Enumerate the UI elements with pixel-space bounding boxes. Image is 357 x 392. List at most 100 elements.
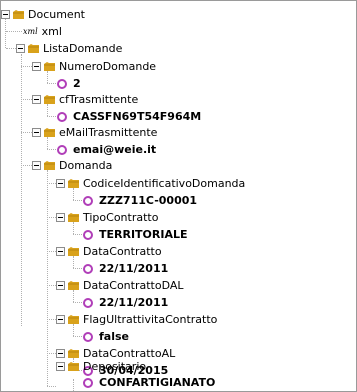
tree-node-flag-ultrattivita[interactable]: FlagUltrattivitaContratto (56, 311, 217, 328)
tree-node-tipo-contratto[interactable]: TipoContratto (56, 209, 158, 226)
text-node-icon (83, 331, 93, 342)
node-value: 22/11/2011 (99, 296, 169, 309)
tree-node-cf-trasmittente[interactable]: cfTrasmittente (32, 91, 138, 108)
tree-connector (73, 336, 82, 337)
tree-connector (47, 251, 56, 252)
collapse-icon[interactable] (32, 128, 41, 137)
tree-node-depositario[interactable]: Depositario (56, 358, 146, 375)
tree-connector (73, 379, 74, 391)
text-node-icon (83, 377, 93, 388)
tree-connector (47, 83, 56, 84)
tree-node-lista-domande[interactable]: ListaDomande (16, 40, 122, 57)
text-node-icon (57, 111, 67, 122)
tree-connector (6, 31, 22, 32)
folder-icon (68, 213, 79, 222)
node-value: 22/11/2011 (99, 262, 169, 275)
tree-connector (47, 183, 56, 184)
tree-node-value[interactable]: 22/11/2011 (83, 260, 168, 277)
folder-icon (28, 44, 39, 53)
tree-connector (47, 319, 56, 320)
tree-connector (6, 48, 16, 49)
node-label: DataContratto (83, 245, 162, 258)
tree-node-data-contratto-dal[interactable]: DataContrattoDAL (56, 277, 184, 294)
tree-node-value[interactable]: false (83, 328, 129, 345)
node-label: xml (41, 25, 62, 38)
tree-connector (47, 149, 56, 150)
tree-connector (21, 66, 32, 67)
collapse-icon[interactable] (56, 362, 65, 371)
text-node-icon (57, 78, 67, 89)
folder-icon (44, 62, 55, 71)
folder-icon (68, 247, 79, 256)
node-value: TERRITORIALE (99, 228, 188, 241)
tree-node-value[interactable]: 22/11/2011 (83, 294, 168, 311)
tree-connector (47, 285, 56, 286)
tree-node-value[interactable]: TERRITORIALE (83, 226, 188, 243)
folder-icon (68, 349, 79, 358)
tree-connector (47, 353, 56, 354)
collapse-icon[interactable] (56, 349, 65, 358)
tree-connector (21, 99, 32, 100)
tree-connector (21, 132, 32, 133)
folder-icon (44, 95, 55, 104)
tree-node-value[interactable]: CONFARTIGIANATO (83, 374, 215, 391)
tree-node-data-contratto[interactable]: DataContratto (56, 243, 162, 260)
collapse-icon[interactable] (56, 281, 65, 290)
text-node-icon (83, 297, 93, 308)
text-node-icon (57, 144, 67, 155)
text-node-icon (83, 195, 93, 206)
xml-tree-view[interactable]: Document xml xml ListaDomande NumeroDoma… (0, 0, 357, 392)
collapse-icon[interactable] (56, 213, 65, 222)
tree-node-numero-domande[interactable]: NumeroDomande (32, 58, 156, 75)
tree-connector (73, 234, 82, 235)
node-label: eMailTrasmittente (59, 126, 158, 139)
collapse-icon[interactable] (56, 247, 65, 256)
collapse-icon[interactable] (56, 315, 65, 324)
collapse-icon[interactable] (16, 44, 25, 53)
node-value: ZZZ711C-00001 (99, 194, 198, 207)
node-label: Depositario (83, 360, 147, 373)
collapse-icon[interactable] (56, 179, 65, 188)
tree-node-value[interactable]: CASSFN69T54F964M (57, 108, 201, 125)
collapse-icon[interactable] (1, 10, 10, 19)
collapse-icon[interactable] (32, 95, 41, 104)
node-value: CASSFN69T54F964M (73, 110, 202, 123)
tree-node-domanda[interactable]: Domanda (32, 157, 112, 174)
text-node-icon (83, 263, 93, 274)
tree-connector (47, 116, 56, 117)
node-label: DataContrattoDAL (83, 279, 184, 292)
tree-connector (73, 268, 82, 269)
tree-node-document[interactable]: Document (1, 6, 85, 23)
folder-icon (13, 10, 24, 19)
node-value: CONFARTIGIANATO (99, 376, 216, 389)
folder-icon (44, 161, 55, 170)
tree-connector (21, 165, 32, 166)
node-label: ListaDomande (43, 42, 123, 55)
node-label: Document (28, 8, 85, 21)
node-label: TipoContratto (83, 211, 159, 224)
tree-connector (47, 386, 56, 387)
node-label: NumeroDomande (59, 60, 157, 73)
node-label: cfTrasmittente (59, 93, 139, 106)
tree-node-value[interactable]: emai@weie.it (57, 141, 156, 158)
text-node-icon (83, 229, 93, 240)
xml-icon: xml (23, 26, 38, 36)
folder-icon (68, 179, 79, 188)
tree-connector (73, 200, 82, 201)
node-value: false (99, 330, 129, 343)
collapse-icon[interactable] (32, 161, 41, 170)
node-label: Domanda (59, 159, 113, 172)
tree-connector (21, 54, 22, 326)
tree-node-email-trasmittente[interactable]: eMailTrasmittente (32, 124, 157, 141)
tree-node-value[interactable]: ZZZ711C-00001 (83, 192, 197, 209)
collapse-icon[interactable] (32, 62, 41, 71)
folder-icon (68, 281, 79, 290)
folder-icon (68, 362, 79, 371)
tree-connector (73, 302, 82, 303)
node-value: emai@weie.it (73, 143, 157, 156)
node-value: 2 (73, 77, 81, 90)
tree-node-codice-identificativo[interactable]: CodiceIdentificativoDomanda (56, 175, 245, 192)
tree-node-value[interactable]: 2 (57, 75, 81, 92)
tree-node-xml[interactable]: xml xml (23, 23, 62, 40)
node-label: FlagUltrattivitaContratto (83, 313, 218, 326)
